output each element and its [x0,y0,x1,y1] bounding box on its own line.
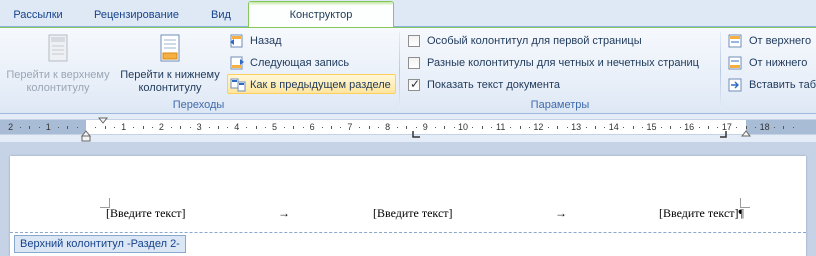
header-boundary-line [10,232,806,233]
show-document-text-label: Показать текст документа [427,79,561,91]
document-page[interactable]: [Введите текст] → [Введите текст] → [Вве… [10,156,806,256]
insert-alignment-tab-label: Вставить табу [749,79,816,91]
checkmark-icon: ✓ [410,77,421,91]
go-to-header-icon [48,34,68,62]
go-to-footer-button[interactable]: Перейти к нижнему колонтитулу [114,31,226,95]
navigation-group-label: Переходы [172,99,225,111]
tab-mark-icon: → [555,206,567,220]
tab-design-label: Конструктор [289,9,353,21]
header-right-placeholder[interactable]: [Введите текст]¶ [659,205,744,221]
link-to-previous-icon [230,78,246,92]
previous-section-label: Назад [250,35,282,47]
tab-mark-icon: → [278,206,290,220]
previous-section-icon [230,34,243,48]
group-separator [720,32,721,110]
go-to-header-button[interactable]: Перейти к верхнему колонтитулу [2,31,114,95]
right-indent-marker [740,130,752,137]
tab-view[interactable]: Вид [197,4,245,27]
header-center-placeholder[interactable]: [Введите текст] [373,205,453,221]
different-odd-even-box[interactable] [408,57,420,69]
header-section-tag: Верхний колонтитул -Раздел 2- [14,235,186,253]
header-position-icon [728,34,742,48]
right-tab-stop [720,131,727,138]
header-left-placeholder[interactable]: [Введите текст] [106,205,186,221]
insert-tab-icon [728,78,742,92]
tab-review[interactable]: Рецензирование [76,4,197,27]
different-first-page-box[interactable] [408,35,420,47]
tab-design[interactable]: Конструктор [248,1,394,28]
go-to-header-label: Перейти к верхнему колонтитулу [6,69,110,94]
show-document-text-box[interactable]: ✓ [408,77,421,91]
document-workspace: [Введите текст] → [Введите текст] → [Вве… [0,142,816,256]
ruler-markers [80,117,752,142]
options-group-label: Параметры [530,99,590,111]
tab-mailings[interactable]: Рассылки [0,4,76,27]
different-odd-even-label: Разные колонтитулы для четных и нечетных… [427,57,699,69]
hanging-indent-marker [80,130,92,137]
link-to-previous-button[interactable]: Как в предыдущем разделе [227,74,396,94]
different-first-page-label: Особый колонтитул для первой страницы [427,35,642,47]
center-tab-stop [412,131,420,138]
footer-from-bottom-label: От нижнего [749,57,808,69]
go-to-footer-icon [160,34,180,62]
link-to-previous-label: Как в предыдущем разделе [250,79,391,91]
footer-position-icon [728,56,742,70]
ribbon: Перейти к верхнему колонтитулу Перейти к… [0,27,816,114]
header-from-top-label: От верхнего [749,35,812,47]
left-indent-marker [81,135,91,142]
next-section-icon [230,56,244,70]
next-section-label: Следующая запись [250,57,350,69]
first-line-indent-marker [97,117,109,124]
ribbon-tab-bar: Рассылки Рецензирование Вид Конструктор [0,0,816,28]
go-to-footer-label: Перейти к нижнему колонтитулу [120,69,220,94]
